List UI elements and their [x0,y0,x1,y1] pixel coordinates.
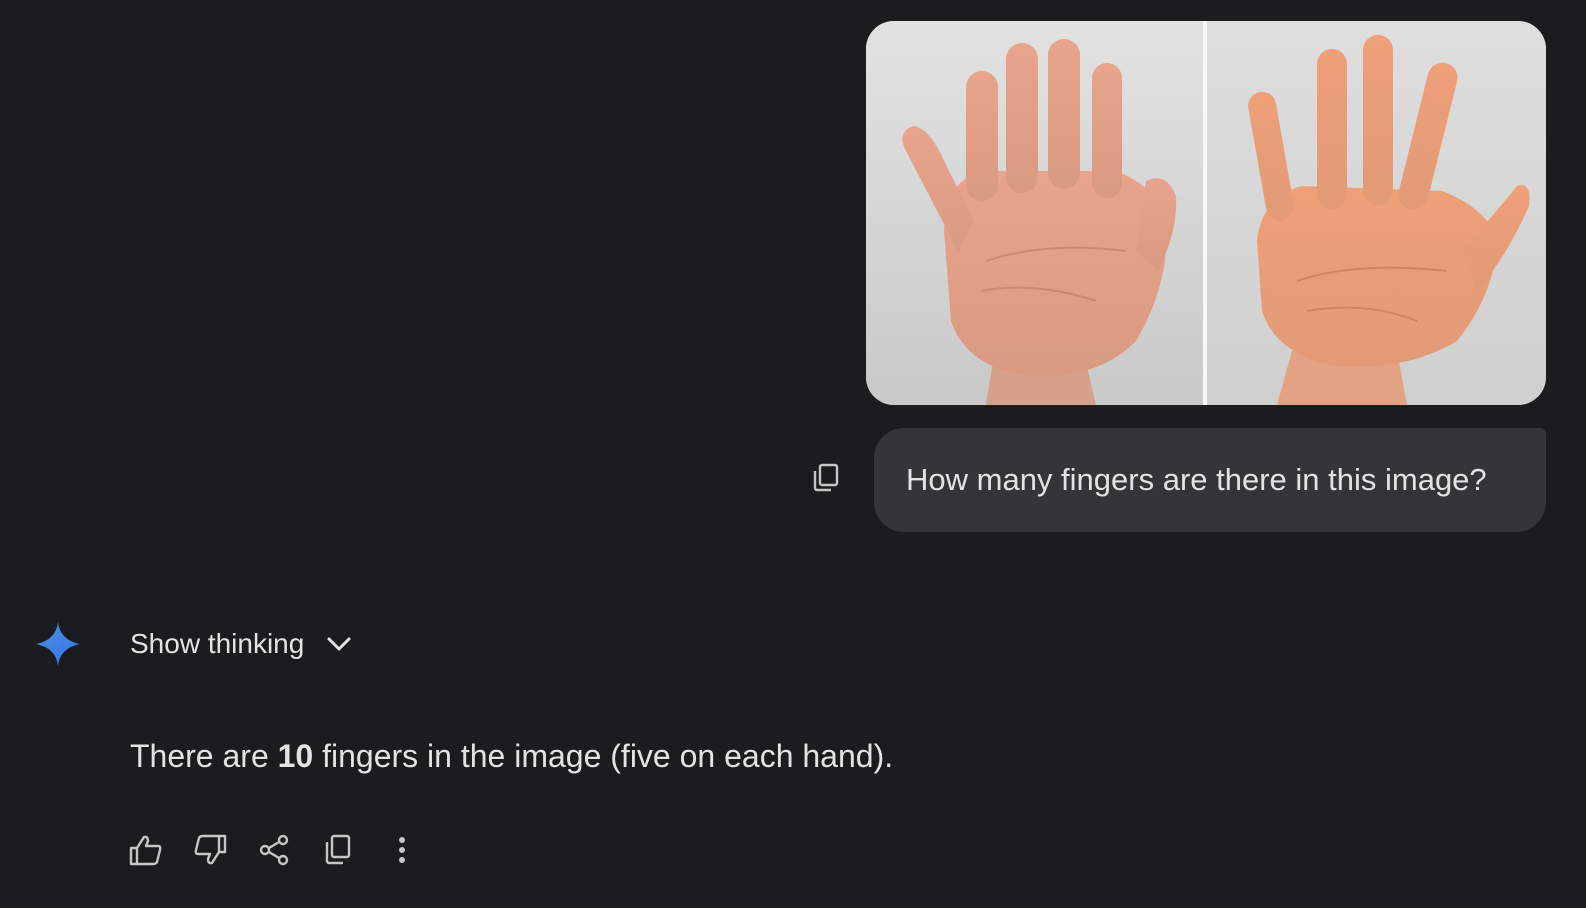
right-hand-photo [1206,21,1546,405]
thumbs-down-icon [194,834,227,865]
thumbs-down-button[interactable] [192,832,228,868]
share-button[interactable] [256,832,292,868]
more-vert-icon [399,837,405,863]
copy-response-button[interactable] [320,832,356,868]
response-text-bold: 10 [277,738,314,774]
more-options-button[interactable] [384,832,420,868]
left-hand-photo [866,21,1203,405]
user-prompt-bubble: How many fingers are there in this image… [874,428,1546,532]
share-icon [259,834,289,866]
copy-icon [325,834,351,865]
thumbs-up-icon [129,835,162,866]
copy-prompt-button[interactable] [806,458,846,498]
response-text-before: There are [130,738,278,774]
attached-image[interactable] [866,21,1546,405]
thumbs-up-button[interactable] [128,832,164,868]
user-prompt-text: How many fingers are there in this image… [906,462,1487,497]
chevron-down-icon [327,637,351,651]
show-thinking-toggle[interactable]: Show thinking [130,624,352,664]
response-text: There are 10 fingers in the image (five … [130,738,893,775]
show-thinking-label: Show thinking [130,628,305,659]
response-action-bar [128,832,420,868]
copy-icon [813,463,839,492]
response-text-after: fingers in the image (five on each hand)… [313,738,894,774]
gemini-star-icon [36,622,80,666]
